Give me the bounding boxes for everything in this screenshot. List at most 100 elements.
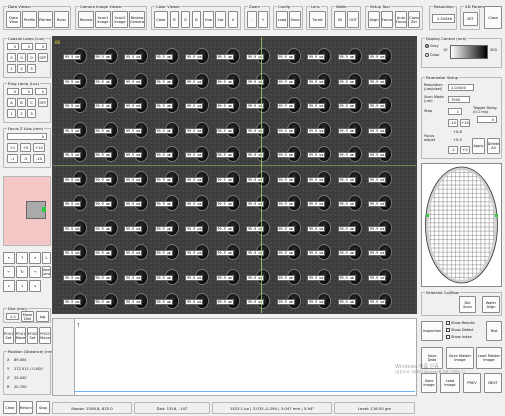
scan-mode-input[interactable]: 7000 — [448, 96, 470, 103]
step-input[interactable]: 1 — [448, 108, 462, 115]
next-button[interactable]: NEXT — [484, 373, 502, 393]
blue-button[interactable]: B — [192, 11, 201, 28]
ring-value-3[interactable]: 0 — [35, 88, 47, 95]
ring-3-button[interactable]: 3 — [27, 109, 36, 118]
zoom-out-button[interactable]: - — [247, 11, 257, 28]
load-image-button[interactable]: Load Image — [440, 373, 460, 393]
pos2-move-button[interactable]: POS2 Move — [39, 327, 51, 344]
move-dist-button[interactable]: Move Dist — [21, 311, 34, 322]
ring-value-1[interactable]: 0 — [7, 88, 19, 95]
focus-z-value[interactable]: 0 — [7, 133, 47, 140]
move-left-button[interactable]: ← — [3, 266, 15, 278]
wafer-map[interactable] — [421, 163, 502, 287]
close-button[interactable]: Close — [484, 6, 502, 29]
minus10-button[interactable]: -10 — [448, 119, 458, 127]
focus-plus1-button[interactable]: +1 — [7, 143, 18, 152]
move-down-left-button[interactable]: ↙ — [3, 280, 15, 292]
auto-focus-button[interactable]: Auto Focus — [395, 11, 407, 28]
show-defect-checkbox[interactable]: Show Defect — [446, 328, 474, 332]
coaxial-a-button[interactable]: 0 — [7, 53, 16, 62]
review-button[interactable]: Review — [78, 11, 94, 28]
profile-button[interactable]: Profile — [22, 11, 37, 28]
plus10-button[interactable]: +10 — [460, 119, 470, 127]
clear-button[interactable]: Clear — [3, 401, 17, 414]
coaxial-2-button[interactable]: 2 — [17, 64, 26, 73]
align-button[interactable]: Align — [368, 11, 380, 28]
focus-minus5-button[interactable]: -5 — [20, 154, 31, 163]
coaxial-3-button[interactable]: 3 — [27, 64, 36, 73]
apply-button[interactable]: Apply — [472, 138, 485, 154]
config-save-button[interactable]: Save — [289, 11, 301, 28]
data-view-button[interactable]: Data View — [6, 11, 21, 28]
coaxial-value-2[interactable]: 0 — [21, 43, 33, 50]
gray-radio[interactable]: Gray — [425, 44, 439, 48]
focus-minus1-button[interactable]: -1 — [7, 154, 18, 163]
ring-value-2[interactable]: 0 — [21, 88, 33, 95]
die-scan-button[interactable]: Die Scan — [459, 296, 476, 313]
sat-button[interactable]: Sat — [215, 11, 226, 28]
scan1-image-button[interactable]: Scan1 Image — [95, 11, 111, 28]
delete-all-button[interactable]: Delete All — [487, 138, 500, 154]
pos1-move-button[interactable]: POS1 Move — [15, 327, 26, 344]
stop-button[interactable]: Stop — [36, 401, 50, 414]
show-results-checkbox[interactable]: Show Results — [446, 321, 475, 325]
resolution-input[interactable]: 2.02400 — [448, 84, 474, 91]
move-up-button[interactable]: ↑ — [16, 252, 28, 264]
focus-button[interactable]: Focus — [381, 11, 393, 28]
coaxial-c-button[interactable]: 0 — [27, 53, 36, 62]
xd-set-button[interactable]: SET — [463, 12, 478, 26]
test-button[interactable]: Test — [486, 321, 502, 341]
wafer-out-button[interactable]: OUT — [347, 11, 359, 28]
return-button[interactable]: Return — [19, 401, 33, 414]
focus-minus10-button[interactable]: -10 — [33, 154, 45, 163]
hue-button[interactable]: Hue — [203, 11, 214, 28]
coaxial-value-1[interactable]: 0 — [7, 43, 19, 50]
value-button[interactable]: V — [228, 11, 238, 28]
pos1-set-button[interactable]: POS1 Set — [3, 327, 14, 344]
coaxial-b-button[interactable]: 0 — [17, 53, 26, 62]
move-down-button[interactable]: ↓ — [16, 280, 28, 292]
scan2-image-button[interactable]: Scan2 Image — [112, 11, 128, 28]
resolution-field[interactable]: 2.00446 — [432, 14, 455, 23]
coaxial-1-button[interactable]: 1 — [7, 64, 16, 73]
move-lens-button[interactable]: Move Lens — [42, 266, 51, 278]
move-down-right-button[interactable]: ↘ — [29, 280, 41, 292]
color-button[interactable]: Color — [154, 11, 168, 28]
load-master-image-button[interactable]: Load Master Image — [476, 347, 502, 369]
lens-l-button[interactable]: L — [42, 252, 51, 264]
jog-button[interactable]: Jog — [36, 311, 49, 322]
ring-2-button[interactable]: 2 — [17, 109, 26, 118]
inspection-button[interactable]: Inspection — [421, 321, 443, 341]
painter-button[interactable]: Painter — [38, 11, 53, 28]
ruler-button[interactable]: Ruler — [54, 11, 69, 28]
turret-button[interactable]: Turret — [309, 11, 326, 28]
show-index-checkbox[interactable]: Show Index — [446, 335, 472, 339]
focus-plus5-button[interactable]: +5 — [20, 143, 31, 152]
ring-a-button[interactable]: A — [7, 98, 16, 107]
pos2-set-button[interactable]: POS2 Set — [27, 327, 38, 344]
ring-off-button[interactable]: OFF — [38, 98, 48, 107]
focus-plus10-button[interactable]: +10 — [33, 143, 45, 152]
dist-field[interactable]: 0.1 — [6, 313, 19, 320]
trigger-delay-input[interactable]: 0 — [477, 116, 497, 123]
plus2-button[interactable]: +2 — [460, 146, 470, 154]
wafer-in-button[interactable]: IN — [334, 11, 346, 28]
move-center-button[interactable]: ↻ — [16, 266, 28, 278]
coaxial-value-3[interactable]: 0 — [35, 43, 47, 50]
minus2-button[interactable]: -2 — [448, 146, 458, 154]
wafer-image-viewer[interactable]: 99.9 um 99.9 um 99.9 um 99.9 um 99.9 um 99.9 … — [52, 36, 417, 314]
review-camera-button[interactable]: Review Camera — [129, 11, 145, 28]
move-up-right-button[interactable]: ↗ — [29, 252, 41, 264]
ring-b-button[interactable]: B — [17, 98, 26, 107]
red-button[interactable]: R — [170, 11, 179, 28]
gray-gradient-bar[interactable] — [450, 45, 488, 59]
move-up-left-button[interactable]: ↖ — [3, 252, 15, 264]
ring-c-button[interactable]: C — [27, 98, 36, 107]
move-right-button[interactable]: → — [29, 266, 41, 278]
green-button[interactable]: G — [181, 11, 190, 28]
cross-zero-button[interactable]: Cross Zer — [408, 11, 420, 28]
wafer-align-button[interactable]: Wafer Align — [482, 296, 500, 313]
prev-button[interactable]: PREV — [463, 373, 481, 393]
zoom-in-button[interactable]: + — [258, 11, 268, 28]
ring-1-button[interactable]: 1 — [7, 109, 16, 118]
